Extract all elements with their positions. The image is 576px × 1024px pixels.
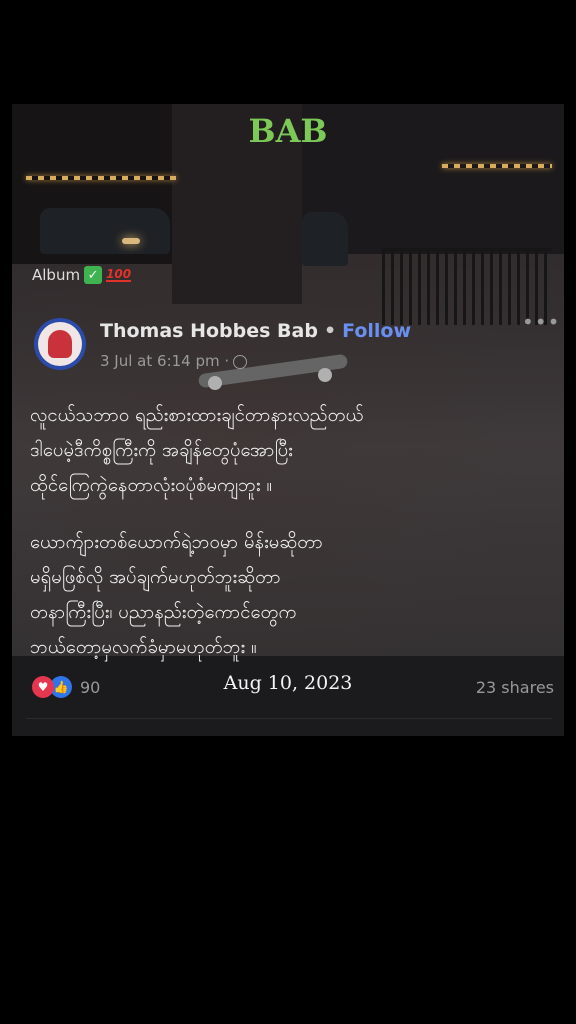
post-paragraph-1: လူငယ်သဘာဝ ရည်းစားထားချင်တာနားလည်တယ် ဒါပေ… bbox=[30, 405, 364, 496]
post-body: လူငယ်သဘာဝ ရည်းစားထားချင်တာနားလည်တယ် ဒါပေ… bbox=[30, 398, 550, 687]
post-timestamp[interactable]: 3 Jul at 6:14 pm · bbox=[100, 352, 229, 370]
shares-count[interactable]: 23 shares bbox=[476, 678, 554, 697]
avatar[interactable] bbox=[34, 318, 86, 370]
author-name[interactable]: Thomas Hobbes Bab bbox=[100, 320, 318, 342]
hundred-icon: 100 bbox=[106, 267, 132, 282]
post-stats: ♥ 👍 90 Aug 10, 2023 23 shares bbox=[12, 660, 564, 716]
heart-icon: ♥ bbox=[32, 676, 54, 698]
watermark-title: BAB bbox=[248, 112, 328, 150]
follow-button[interactable]: Follow bbox=[342, 320, 411, 342]
post-card: BAB Album ✓ 100 Thomas Hobbes Bab • Follow… bbox=[12, 104, 564, 736]
post-meta: 3 Jul at 6:14 pm · bbox=[100, 352, 248, 370]
album-text: Album bbox=[32, 266, 81, 284]
album-label[interactable]: Album ✓ 100 bbox=[32, 266, 132, 284]
avatar-figure-icon bbox=[48, 330, 72, 358]
divider bbox=[26, 718, 552, 719]
author-row: Thomas Hobbes Bab • Follow bbox=[100, 320, 411, 342]
more-options-icon[interactable]: ••• bbox=[522, 310, 560, 334]
check-icon: ✓ bbox=[84, 266, 103, 284]
post-paragraph-2: ယောက်ျားတစ်ယောက်ရဲ့ဘဝမှာ မိန်းမဆိုတာ မရှ… bbox=[30, 532, 323, 658]
separator-dot: • bbox=[323, 320, 337, 342]
globe-icon bbox=[233, 354, 248, 369]
